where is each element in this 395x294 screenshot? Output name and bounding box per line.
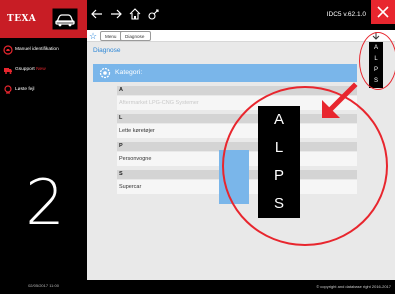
footer: © copyright and database right 2016-2017 <box>87 280 395 294</box>
zoom-letter-l: L <box>274 139 284 156</box>
sidebar-item-manual-identification[interactable]: Manuel identifikation <box>0 42 87 58</box>
close-icon <box>377 6 389 18</box>
category-label: Kategori: <box>115 69 143 76</box>
zoom-letter-s: S <box>273 195 284 212</box>
solved-faults-icon <box>4 85 12 94</box>
breadcrumb-diagnose[interactable]: Diagnose <box>120 31 152 41</box>
back-arrow-icon[interactable] <box>90 7 104 21</box>
zoom-letter-p: P <box>273 167 284 184</box>
page-title: Diagnose <box>93 47 121 54</box>
gsupport-label: Gsupport <box>15 67 35 72</box>
sidebar-item-solved-faults[interactable]: Løste fejl <box>0 82 87 98</box>
car-icon[interactable] <box>52 8 78 30</box>
car-outline-icon <box>3 45 13 55</box>
date-time: 02/05/2017 11:00 <box>28 283 59 288</box>
category-header: Kategori: <box>93 64 357 82</box>
version-label: IDC5 v.62.1.0 <box>326 11 366 18</box>
logo-text: TEXA <box>7 14 37 24</box>
support-truck-icon <box>4 68 12 74</box>
copyright-text: © copyright and database right 2016-2017 <box>316 284 391 289</box>
app-window: TEXA Manuel identifikation Gsupport New <box>0 0 395 294</box>
home-icon[interactable] <box>128 7 142 21</box>
sidebar-item-label: Løste fejl <box>15 87 35 92</box>
category-settings-icon <box>99 67 111 79</box>
sidebar-item-gsupport[interactable]: Gsupport New <box>0 62 87 78</box>
zoom-callout-circle <box>222 86 388 246</box>
sidebar-item-label: Manuel identifikation <box>15 47 59 52</box>
top-bar: IDC5 v.62.1.0 <box>87 0 395 30</box>
new-badge: New <box>36 67 46 72</box>
settings-link-icon[interactable] <box>147 7 161 21</box>
zoom-letter-a: A <box>273 111 284 128</box>
sidebar-item-label: Gsupport New <box>15 65 46 75</box>
sidebar: TEXA Manuel identifikation Gsupport New <box>0 0 87 294</box>
favorite-star-icon[interactable]: ☆ <box>89 30 99 42</box>
step-number-text: 2 <box>25 170 64 228</box>
step-number: 2 <box>25 170 64 228</box>
close-button[interactable] <box>371 0 395 24</box>
breadcrumb: ☆ Menu Diagnose <box>87 30 395 42</box>
highlight-circle <box>359 32 395 90</box>
forward-arrow-icon[interactable] <box>109 7 123 21</box>
alphabet-index-zoomed: A L P S <box>258 106 300 218</box>
